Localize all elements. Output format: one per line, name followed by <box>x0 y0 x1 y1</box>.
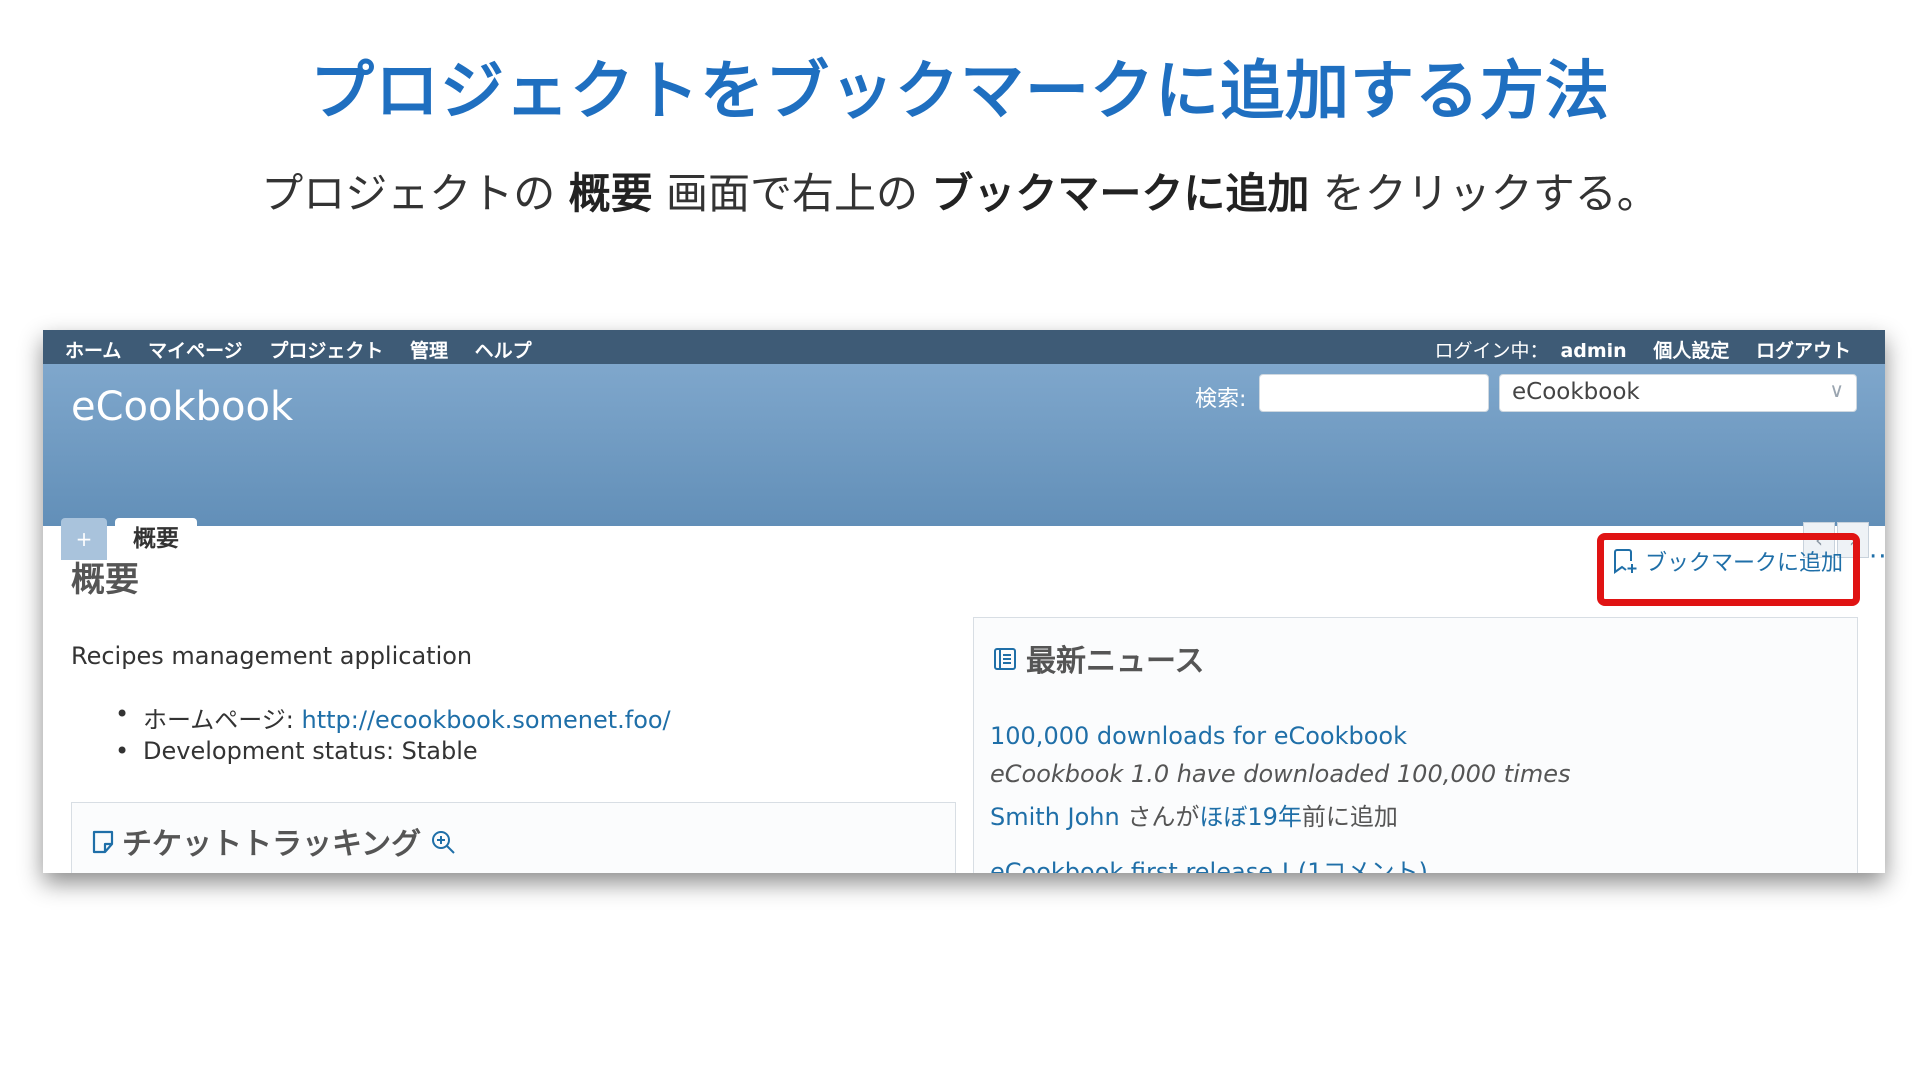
slide-instruction: プロジェクトの 概要 画面で右上の ブックマークに追加 をクリックする。 <box>0 160 1920 221</box>
logged-in-user-link[interactable]: admin <box>1560 340 1626 362</box>
project-attributes: ホームページ: http://ecookbook.somenet.foo/ De… <box>115 700 671 774</box>
instruction-bold-bookmark: ブックマークに追加 <box>931 169 1310 218</box>
list-item: Development status: Stable <box>115 737 671 774</box>
news-meta-suffix: 前に追加 <box>1301 803 1398 831</box>
redmine-screenshot: ホーム マイページ プロジェクト 管理 ヘルプ ログイン中： admin 個人設定… <box>43 330 1885 873</box>
chevron-down-icon: ∨ <box>1829 378 1844 402</box>
news-author-link[interactable]: Smith John <box>990 803 1120 831</box>
tab-wiki[interactable]: Wiki <box>1287 518 1335 560</box>
list-item: ホームページ: http://ecookbook.somenet.foo/ <box>115 700 671 737</box>
latest-news-heading: 最新ニュース <box>1026 644 1205 679</box>
news-item-summary: eCookbook 1.0 have downloaded 100,000 ti… <box>990 760 1571 788</box>
top-menu-my-page[interactable]: マイページ <box>148 340 243 362</box>
top-menu: ホーム マイページ プロジェクト 管理 ヘルプ ログイン中： admin 個人設定… <box>43 330 1885 364</box>
news-time-link[interactable]: ほぼ19年 <box>1199 803 1302 831</box>
top-menu-home[interactable]: ホーム <box>65 340 121 362</box>
tab-calendar[interactable]: カレンダー <box>913 518 1028 560</box>
search-label: 検索: <box>1195 387 1247 412</box>
slide-title: プロジェクトをブックマークに追加する方法 <box>310 55 1610 129</box>
my-account-link[interactable]: 個人設定 <box>1653 340 1729 362</box>
tab-gantt[interactable]: ガントチャート <box>746 518 907 560</box>
search-input[interactable] <box>1259 374 1489 412</box>
project-jump-select[interactable]: eCookbook ∨ <box>1499 374 1857 412</box>
instruction-prefix: プロジェクトの <box>261 169 556 218</box>
highlight-box <box>1597 533 1860 606</box>
top-menu-admin[interactable]: 管理 <box>410 340 448 362</box>
more-actions-button[interactable]: ··· <box>1869 542 1885 572</box>
tab-forums[interactable]: フォーラム <box>1379 518 1493 560</box>
tab-roadmap[interactable]: ロードマップ <box>304 518 442 560</box>
news-meta-text: さんが <box>1119 803 1200 831</box>
instruction-suffix: をクリックする。 <box>1322 169 1659 218</box>
homepage-label: ホームページ: <box>143 706 302 734</box>
logged-in-label: ログイン中： <box>1434 340 1549 362</box>
news-item-meta: Smith John さんがほぼ19年前に追加 <box>990 797 1398 832</box>
homepage-link[interactable]: http://ecookbook.somenet.foo/ <box>302 706 671 734</box>
development-status: Development status: Stable <box>143 737 478 765</box>
tab-spent-time[interactable]: 作業時間 <box>612 518 704 560</box>
tab-activity[interactable]: 活動 <box>221 518 267 560</box>
issue-tracking-heading: チケットトラッキング <box>122 827 422 862</box>
news-icon <box>992 645 1018 680</box>
tab-issues[interactable]: チケット <box>474 518 566 560</box>
zoom-in-icon[interactable] <box>429 828 457 864</box>
top-menu-help[interactable]: ヘルプ <box>475 340 532 362</box>
project-jump-value: eCookbook <box>1512 379 1640 405</box>
issue-tracking-box: チケットトラッキング <box>71 802 956 873</box>
news-item-title-link[interactable]: 100,000 downloads for eCookbook <box>990 722 1407 750</box>
tab-news[interactable]: ニュース <box>1068 518 1159 560</box>
project-description: Recipes management application <box>71 642 473 670</box>
latest-news-box: 最新ニュース 100,000 downloads for eCookbook e… <box>973 617 1858 873</box>
project-title: eCookbook <box>71 384 294 430</box>
tab-documents[interactable]: 文書 <box>1197 518 1243 560</box>
instruction-bold-overview: 概要 <box>568 169 653 218</box>
instruction-middle: 画面で右上の <box>665 169 918 218</box>
top-menu-projects[interactable]: プロジェクト <box>269 340 383 362</box>
news-item-title-link-partial[interactable]: eCookbook first release ! (1コメント) <box>990 852 1428 873</box>
project-header: eCookbook 検索: eCookbook ∨ + 概要 活動 ロードマップ… <box>43 364 1885 560</box>
issue-icon <box>90 828 116 863</box>
page-title: 概要 <box>71 560 139 600</box>
logout-link[interactable]: ログアウト <box>1756 340 1851 362</box>
